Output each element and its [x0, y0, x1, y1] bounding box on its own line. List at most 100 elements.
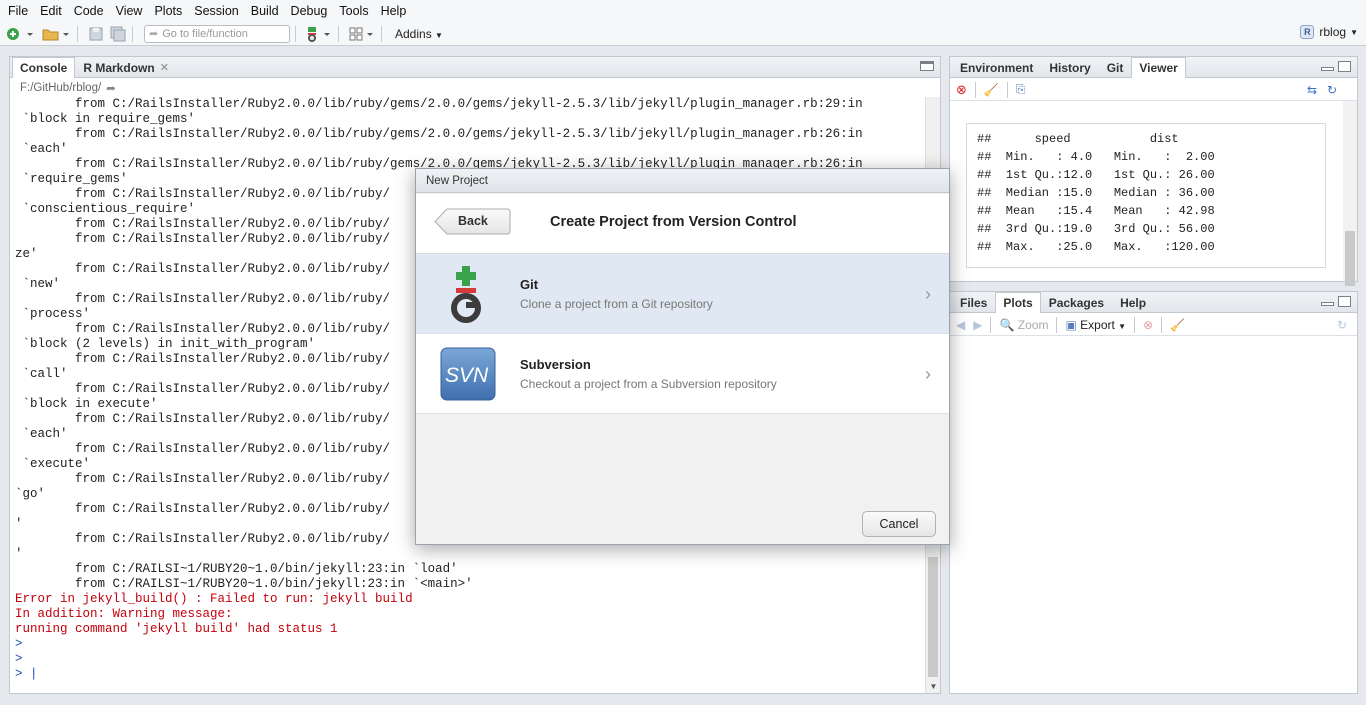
- menu-debug[interactable]: Debug: [285, 0, 334, 22]
- tab-help[interactable]: Help: [1112, 292, 1154, 312]
- tab-packages[interactable]: Packages: [1041, 292, 1112, 312]
- git-option[interactable]: Git Clone a project from a Git repositor…: [416, 254, 949, 334]
- close-icon[interactable]: ✕: [160, 61, 169, 74]
- tab-plots[interactable]: Plots: [995, 292, 1041, 313]
- addins-menu[interactable]: Addins ▼: [395, 27, 443, 41]
- sync-icon[interactable]: ⇆: [1307, 83, 1317, 97]
- save-button[interactable]: [87, 24, 105, 44]
- save-all-button[interactable]: [109, 24, 127, 44]
- menu-session[interactable]: Session: [188, 0, 244, 22]
- back-label: Back: [458, 214, 488, 228]
- addins-label: Addins: [395, 26, 432, 41]
- menu-build[interactable]: Build: [245, 0, 285, 22]
- menu-view[interactable]: View: [110, 0, 149, 22]
- zoom-button[interactable]: 🔍 Zoom: [999, 318, 1048, 332]
- toolbar-divider: [132, 25, 133, 42]
- console-window-controls: [920, 61, 934, 71]
- magnifier-icon: 🔍: [999, 317, 1015, 332]
- restore-pane-icon[interactable]: [920, 61, 934, 71]
- menu-tools[interactable]: Tools: [333, 0, 374, 22]
- tab-environment[interactable]: Environment: [952, 57, 1041, 77]
- git-branch-icon: [308, 26, 330, 42]
- plots-toolbar: ◀ ▶ 🔍 Zoom ▣ Export ▼ ⊗ 🧹 ↻: [950, 314, 1357, 336]
- save-icon: [89, 27, 103, 40]
- maximize-pane-icon[interactable]: [1338, 296, 1351, 307]
- toolbar-divider: [338, 25, 339, 42]
- maximize-pane-icon[interactable]: [1338, 61, 1351, 72]
- vcs-button[interactable]: [305, 24, 333, 44]
- back-button[interactable]: Back: [434, 208, 511, 235]
- files-tabbar: Files Plots Packages Help: [950, 292, 1357, 313]
- tab-r-markdown-label: R Markdown: [83, 60, 155, 75]
- toolbar-divider: [1161, 316, 1163, 333]
- menu-plots[interactable]: Plots: [148, 0, 188, 22]
- console-error-line: running command 'jekyll build' had statu…: [15, 622, 338, 636]
- open-project-button[interactable]: [40, 24, 72, 44]
- broom-icon[interactable]: 🧹: [1170, 318, 1185, 332]
- export-label: Export: [1080, 317, 1115, 332]
- remove-viewer-icon[interactable]: ⊗: [956, 82, 967, 98]
- tab-console-label: Console: [20, 61, 68, 75]
- project-menu[interactable]: R rblog ▼: [1300, 25, 1358, 39]
- tab-git[interactable]: Git: [1099, 57, 1132, 77]
- r-project-icon: R: [1300, 25, 1315, 39]
- viewer-scrollbar[interactable]: [1343, 101, 1357, 286]
- tab-viewer[interactable]: Viewer: [1131, 57, 1186, 78]
- menu-file[interactable]: File: [2, 0, 34, 22]
- menu-code[interactable]: Code: [68, 0, 110, 22]
- menu-help[interactable]: Help: [375, 0, 413, 22]
- subversion-option-name: Subversion: [520, 356, 591, 372]
- tab-packages-label: Packages: [1048, 295, 1105, 310]
- console-line: from C:/RAILSI~1/RUBY20~1.0/bin/jekyll:2…: [15, 562, 458, 576]
- toolbar-divider: [1006, 81, 1008, 98]
- cancel-button[interactable]: Cancel: [862, 511, 936, 537]
- console-error-line: In addition: Warning message:: [15, 607, 233, 621]
- environment-window-controls: [1321, 61, 1351, 72]
- subversion-option[interactable]: SVN Subversion Checkout a project from a…: [416, 334, 949, 414]
- go-to-directory-icon[interactable]: ➦: [106, 81, 116, 95]
- files-pane: Files Plots Packages Help ◀ ▶ 🔍 Zoom ▣ E…: [949, 291, 1358, 694]
- toolbar-divider: [295, 25, 296, 42]
- arrow-left-icon[interactable]: ◀: [956, 318, 965, 332]
- arrow-right-icon[interactable]: ▶: [973, 318, 982, 332]
- tab-files-label: Files: [960, 295, 988, 310]
- chevron-down-icon: ▼: [435, 30, 443, 40]
- environment-tabbar: Environment History Git Viewer: [950, 57, 1357, 78]
- tab-r-markdown[interactable]: R Markdown ✕: [75, 57, 177, 77]
- dialog-titlebar[interactable]: New Project: [416, 169, 949, 193]
- dialog-heading: Create Project from Version Control: [550, 214, 797, 230]
- export-viewer-icon[interactable]: ⎘: [1016, 82, 1026, 97]
- menu-edit[interactable]: Edit: [34, 0, 68, 22]
- tab-help-label: Help: [1120, 295, 1147, 310]
- folder-open-icon: [42, 29, 69, 40]
- chevron-down-icon: ▼: [1350, 27, 1358, 37]
- main-toolbar: ➦ Go to file/function Addins ▼ R rblog ▼: [0, 22, 1366, 46]
- scrollbar-thumb[interactable]: [928, 557, 938, 677]
- viewer-toolbar: ⊗ 🧹 ⎘ ⇆ ↻: [950, 79, 1357, 101]
- tab-git-label: Git: [1106, 60, 1124, 75]
- broom-icon[interactable]: 🧹: [984, 83, 999, 97]
- toolbar-divider: [77, 25, 78, 42]
- minimize-pane-icon[interactable]: [1321, 302, 1334, 306]
- chevron-down-icon: ▼: [1118, 321, 1127, 331]
- tab-files[interactable]: Files: [952, 292, 995, 312]
- environment-pane: Environment History Git Viewer ⊗ 🧹 ⎘ ⇆ ↻…: [949, 56, 1358, 286]
- console-tabbar: Console R Markdown ✕: [10, 57, 940, 78]
- dialog-header: Back Create Project from Version Control: [416, 194, 949, 254]
- pane-layout-button[interactable]: [348, 24, 376, 44]
- tab-history-label: History: [1049, 60, 1091, 75]
- tab-history[interactable]: History: [1041, 57, 1098, 77]
- remove-plot-icon[interactable]: ⊗: [1143, 318, 1153, 332]
- export-icon: ▣: [1065, 317, 1077, 332]
- console-line: `each': [15, 142, 68, 156]
- minimize-pane-icon[interactable]: [1321, 67, 1334, 71]
- goto-file-input[interactable]: ➦ Go to file/function: [144, 24, 290, 43]
- tab-console[interactable]: Console: [12, 57, 76, 78]
- new-file-button[interactable]: [4, 24, 36, 44]
- scrollbar-thumb[interactable]: [1345, 231, 1355, 286]
- scroll-down-icon[interactable]: ▼: [926, 679, 941, 693]
- console-prompt-line: > |: [15, 667, 38, 681]
- refresh-icon[interactable]: ↻: [1337, 318, 1347, 332]
- refresh-icon[interactable]: ↻: [1327, 83, 1337, 97]
- export-menu[interactable]: ▣ Export ▼: [1065, 318, 1126, 332]
